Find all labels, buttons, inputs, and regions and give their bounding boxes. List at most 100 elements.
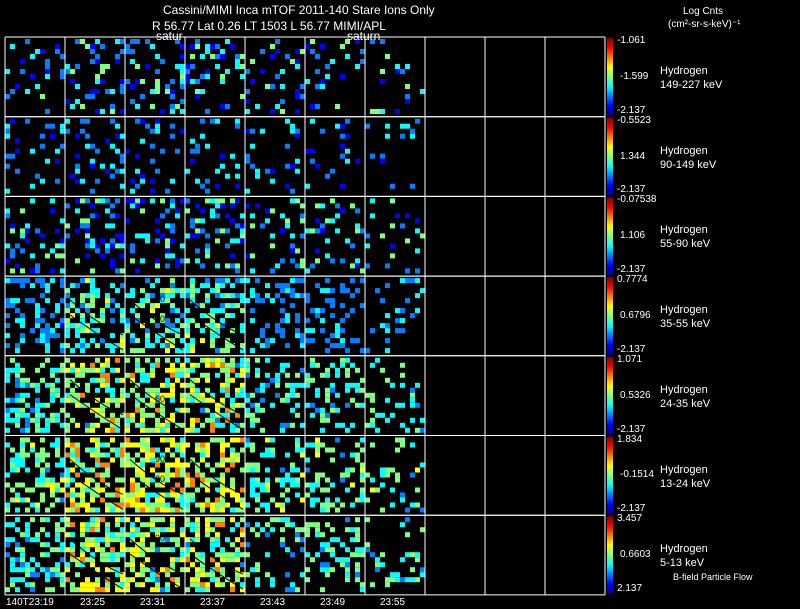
data-cell xyxy=(105,343,110,349)
data-cell xyxy=(200,457,205,463)
data-cell xyxy=(390,467,395,473)
data-cell xyxy=(40,318,45,324)
data-cell xyxy=(285,392,290,398)
data-cell xyxy=(195,517,200,523)
data-cell xyxy=(25,567,30,573)
data-cell xyxy=(170,238,175,244)
data-cell xyxy=(70,477,75,483)
data-cell xyxy=(150,89,155,94)
data-cell xyxy=(100,308,105,314)
data-cell xyxy=(10,303,15,309)
data-cell xyxy=(115,477,120,483)
data-cell xyxy=(10,278,15,284)
data-cell xyxy=(355,572,360,578)
data-cell xyxy=(335,228,340,234)
data-cell xyxy=(125,357,130,363)
data-cell xyxy=(180,422,185,428)
data-cell xyxy=(230,253,235,259)
data-cell xyxy=(5,208,10,214)
data-cell xyxy=(5,372,10,378)
data-cell xyxy=(135,572,140,578)
data-cell xyxy=(335,392,340,398)
data-cell xyxy=(215,64,220,69)
data-cell xyxy=(255,173,260,179)
data-cell xyxy=(320,203,325,209)
data-cell xyxy=(75,84,80,89)
data-cell xyxy=(190,562,195,568)
data-cell xyxy=(180,497,185,503)
data-cell xyxy=(280,69,285,74)
data-cell xyxy=(85,278,90,284)
data-cell xyxy=(230,293,235,299)
data-cell xyxy=(65,437,70,443)
data-cell xyxy=(250,288,255,294)
data-cell xyxy=(45,343,50,349)
data-cell xyxy=(185,557,190,563)
data-cell xyxy=(230,457,235,463)
flow-label: B-field Particle Flow xyxy=(673,572,753,582)
data-cell xyxy=(145,233,150,239)
data-cell xyxy=(195,323,200,329)
data-cell xyxy=(160,437,165,443)
data-cell xyxy=(120,447,125,453)
data-cell xyxy=(320,288,325,294)
data-cell xyxy=(280,298,285,304)
data-cell xyxy=(185,392,190,398)
data-cell xyxy=(35,412,40,418)
data-cell xyxy=(300,472,305,478)
data-cell xyxy=(330,482,335,488)
data-cell xyxy=(230,527,235,533)
data-cell xyxy=(300,203,305,209)
data-cell xyxy=(270,527,275,533)
data-cell xyxy=(365,233,370,239)
data-cell xyxy=(135,168,140,174)
data-cell xyxy=(215,288,220,294)
data-cell xyxy=(170,109,175,114)
data-cell xyxy=(185,397,190,403)
data-cell xyxy=(35,507,40,513)
data-cell xyxy=(220,293,225,299)
data-cell xyxy=(215,532,220,538)
data-cell xyxy=(350,482,355,488)
data-cell xyxy=(10,118,15,124)
data-cell xyxy=(200,572,205,578)
data-cell xyxy=(145,357,150,363)
data-cell xyxy=(265,507,270,513)
data-cell xyxy=(180,362,185,368)
data-cell xyxy=(90,163,95,169)
data-cell xyxy=(180,397,185,403)
data-cell xyxy=(105,372,110,378)
data-cell xyxy=(90,44,95,49)
data-cell xyxy=(280,308,285,314)
data-cell xyxy=(60,407,65,413)
data-cell xyxy=(370,109,375,114)
data-cell xyxy=(260,69,265,74)
data-cell xyxy=(125,148,130,154)
data-cell xyxy=(300,293,305,299)
data-cell xyxy=(135,472,140,478)
data-cell xyxy=(300,572,305,578)
data-cell xyxy=(185,198,190,204)
data-cell xyxy=(285,397,290,403)
data-cell xyxy=(295,527,300,533)
data-cell xyxy=(135,268,140,274)
data-cell xyxy=(315,387,320,393)
data-cell xyxy=(195,258,200,264)
data-cell xyxy=(170,104,175,109)
data-cell xyxy=(400,442,405,448)
data-cell xyxy=(160,213,165,219)
data-cell xyxy=(195,487,200,493)
data-cell xyxy=(240,517,245,523)
data-cell xyxy=(140,447,145,453)
data-cell xyxy=(5,552,10,558)
data-cell xyxy=(130,412,135,418)
data-cell xyxy=(300,527,305,533)
data-cell xyxy=(170,89,175,94)
data-cell xyxy=(225,387,230,393)
data-cell xyxy=(85,502,90,508)
time-tick-label: 140T23:19 xyxy=(6,597,54,608)
data-cell xyxy=(205,387,210,393)
data-cell xyxy=(205,442,210,448)
data-cell xyxy=(220,203,225,209)
data-cell xyxy=(335,213,340,219)
